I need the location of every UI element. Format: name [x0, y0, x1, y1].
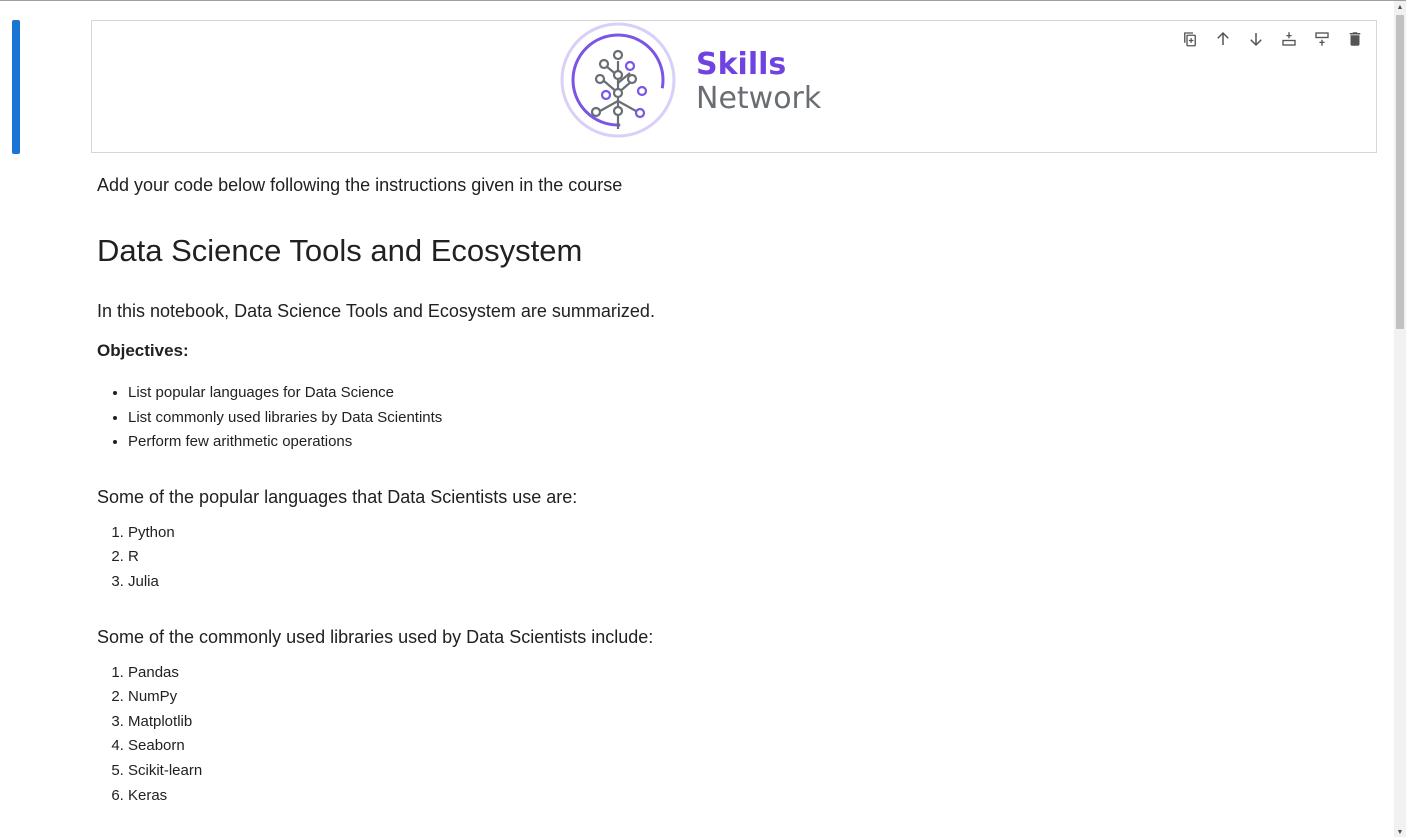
- duplicate-cell-button[interactable]: [1175, 29, 1205, 49]
- list-item: Scikit-learn: [128, 759, 1377, 784]
- insert-cell-below-icon: [1282, 32, 1296, 46]
- move-up-icon: [1217, 31, 1229, 45]
- insert-cell-above-icon: [1315, 32, 1329, 46]
- languages-list: Python R Julia: [97, 521, 1377, 595]
- active-cell-indicator: [12, 20, 20, 154]
- move-cell-up-button[interactable]: [1208, 29, 1238, 49]
- delete-cell-button[interactable]: [1340, 29, 1370, 49]
- delete-cell-icon: [1349, 32, 1361, 46]
- libraries-intro: Some of the commonly used libraries used…: [97, 626, 654, 647]
- list-item: Matplotlib: [128, 710, 1377, 735]
- list-item: R: [128, 545, 1377, 570]
- list-item: List commonly used libraries by Data Sci…: [128, 406, 1377, 431]
- duplicate-cell-icon: [1184, 32, 1196, 47]
- list-item: NumPy: [128, 685, 1377, 710]
- objectives-label: Objectives:: [97, 341, 189, 360]
- intro-text: Add your code below following the instru…: [97, 175, 623, 195]
- insert-cell-above-button[interactable]: [1307, 29, 1337, 49]
- vertical-scrollbar[interactable]: ▲ ▼: [1394, 1, 1406, 837]
- languages-intro: Some of the popular languages that Data …: [97, 486, 578, 507]
- logo-wordmark: Skills Network: [696, 48, 821, 116]
- list-item: Seaborn: [128, 734, 1377, 759]
- insert-cell-below-button[interactable]: [1274, 29, 1304, 49]
- move-cell-down-button[interactable]: [1241, 29, 1271, 49]
- markdown-content: Add your code below following the instru…: [97, 171, 1377, 808]
- skills-network-tree-icon: [560, 22, 676, 138]
- libraries-list: Pandas NumPy Matplotlib Seaborn Scikit-l…: [97, 661, 1377, 809]
- scrollbar-thumb[interactable]: [1396, 15, 1404, 329]
- logo-markdown-cell[interactable]: Skills Network: [91, 20, 1377, 153]
- list-item: Perform few arithmetic operations: [128, 430, 1377, 455]
- skills-network-logo: Skills Network: [560, 21, 821, 139]
- logo-text-network: Network: [696, 81, 822, 116]
- scroll-down-arrow-icon[interactable]: ▼: [1394, 826, 1406, 837]
- scroll-up-arrow-icon[interactable]: ▲: [1394, 1, 1406, 13]
- page-title: Data Science Tools and Ecosystem: [97, 233, 583, 268]
- list-item: Keras: [128, 784, 1377, 809]
- list-item: Julia: [128, 570, 1377, 595]
- list-item: Pandas: [128, 661, 1377, 686]
- list-item: Python: [128, 521, 1377, 546]
- summary-text: In this notebook, Data Science Tools and…: [97, 301, 655, 321]
- cell-toolbar: [1175, 29, 1370, 49]
- notebook-window: Skills Network Add your code below follo…: [0, 0, 1406, 837]
- logo-text-skills: Skills: [696, 47, 787, 82]
- list-item: List popular languages for Data Science: [128, 381, 1377, 406]
- move-down-icon: [1250, 33, 1262, 47]
- objectives-list: List popular languages for Data Science …: [97, 381, 1377, 455]
